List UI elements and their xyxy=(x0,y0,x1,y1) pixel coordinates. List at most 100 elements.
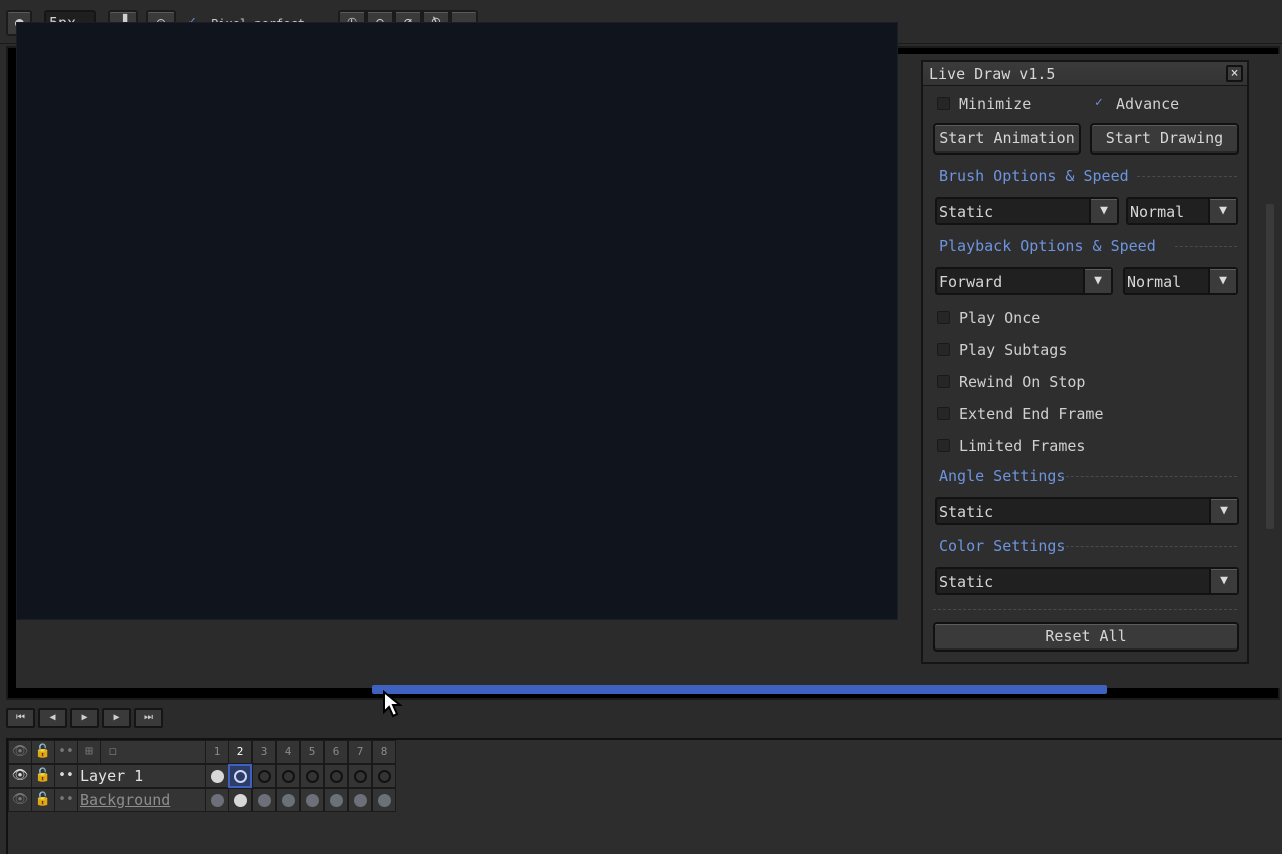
cel-dot xyxy=(234,770,247,783)
advance-checkbox[interactable]: ✓ xyxy=(1095,96,1108,110)
extend-end-frame-checkbox[interactable] xyxy=(937,407,950,420)
angle-mode-select[interactable]: Static ▼ xyxy=(935,497,1239,525)
color-mode-value: Static xyxy=(939,573,994,591)
section-divider xyxy=(1175,246,1237,247)
playback-mode-value: Forward xyxy=(939,273,1003,291)
layer-frame-grid: 👁 🔓 •• ⊞ ◻ 1 2 3 4 5 6 7 8 👁 🔓 •• Layer … xyxy=(6,738,1282,854)
frame-header-2[interactable]: 2 xyxy=(228,740,252,764)
limited-frames-label: Limited Frames xyxy=(959,437,1086,455)
layer1-cel-6[interactable] xyxy=(324,764,348,788)
limited-frames-checkbox[interactable] xyxy=(937,439,950,452)
continuous-header-icon[interactable]: •• xyxy=(54,740,78,764)
cel-dot xyxy=(378,770,391,783)
layer1-cel-7[interactable] xyxy=(348,764,372,788)
brush-section-title: Brush Options & Speed xyxy=(939,167,1129,185)
background-cel-2[interactable] xyxy=(228,788,252,812)
cel-dot xyxy=(258,794,271,807)
background-cel-3[interactable] xyxy=(252,788,276,812)
playback-mode-select[interactable]: Forward ▼ xyxy=(935,267,1113,295)
cel-dot xyxy=(306,770,319,783)
playback-controls: ⏮ ◀ ▶ ▶ ⏭ xyxy=(6,708,166,728)
background-cel-8[interactable] xyxy=(372,788,396,812)
background-cel-7[interactable] xyxy=(348,788,372,812)
frame-header-6[interactable]: 6 xyxy=(324,740,348,764)
visibility-header-icon[interactable]: 👁 xyxy=(8,740,32,764)
last-frame-button[interactable]: ⏭ xyxy=(134,708,163,728)
layer1-cel-3[interactable] xyxy=(252,764,276,788)
chevron-down-icon: ▼ xyxy=(1208,269,1236,293)
frame-header-7[interactable]: 7 xyxy=(348,740,372,764)
next-frame-button[interactable]: ▶ xyxy=(102,708,131,728)
advance-label: Advance xyxy=(1116,95,1180,113)
vertical-scrollbar[interactable] xyxy=(1266,204,1274,529)
background-cel-1[interactable] xyxy=(205,788,229,812)
close-icon: × xyxy=(1230,66,1239,81)
link-cels-header-icon[interactable]: ⊞ xyxy=(77,740,101,764)
previous-frame-button[interactable]: ◀ xyxy=(38,708,67,728)
background-lock-toggle[interactable]: 🔓 xyxy=(31,788,55,812)
layer1-cel-1[interactable] xyxy=(205,764,229,788)
cel-dot xyxy=(211,770,224,783)
frame-header-1[interactable]: 1 xyxy=(205,740,229,764)
background-cel-6[interactable] xyxy=(324,788,348,812)
onion-skin-header-icon[interactable]: ◻ xyxy=(100,740,206,764)
layer1-visibility-toggle[interactable]: 👁 xyxy=(8,764,32,788)
rewind-on-stop-checkbox[interactable] xyxy=(937,375,950,388)
cel-dot xyxy=(211,794,224,807)
background-continuous-toggle[interactable]: •• xyxy=(54,788,78,812)
chevron-down-icon: ▼ xyxy=(1083,269,1111,293)
color-mode-select[interactable]: Static ▼ xyxy=(935,567,1239,595)
background-layer-name[interactable]: Background xyxy=(77,788,206,812)
chevron-down-icon: ▼ xyxy=(1208,199,1236,223)
horizontal-scrollbar[interactable] xyxy=(372,685,1107,694)
layer1-continuous-toggle[interactable]: •• xyxy=(54,764,78,788)
play-subtags-label: Play Subtags xyxy=(959,341,1068,359)
cel-dot xyxy=(234,794,247,807)
section-divider xyxy=(1061,546,1237,547)
brush-mode-value: Static xyxy=(939,203,994,221)
frame-header-5[interactable]: 5 xyxy=(300,740,324,764)
section-divider xyxy=(933,609,1237,610)
brush-mode-select[interactable]: Static ▼ xyxy=(935,197,1119,225)
color-section-title: Color Settings xyxy=(939,537,1066,555)
next-frame-icon: ▶ xyxy=(113,712,120,723)
first-frame-icon: ⏮ xyxy=(16,712,25,723)
start-drawing-button[interactable]: Start Drawing xyxy=(1090,123,1239,155)
layer1-cel-4[interactable] xyxy=(276,764,300,788)
frame-header-8[interactable]: 8 xyxy=(372,740,396,764)
play-subtags-checkbox[interactable] xyxy=(937,343,950,356)
layer1-cel-5[interactable] xyxy=(300,764,324,788)
cel-dot xyxy=(330,794,343,807)
brush-speed-select[interactable]: Normal ▼ xyxy=(1126,197,1238,225)
minimize-label: Minimize xyxy=(959,95,1032,113)
angle-mode-value: Static xyxy=(939,503,994,521)
frame-header-4[interactable]: 4 xyxy=(276,740,300,764)
playback-speed-value: Normal xyxy=(1127,273,1182,291)
minimize-checkbox[interactable] xyxy=(937,97,950,110)
close-button[interactable]: × xyxy=(1226,65,1243,82)
layer1-cel-8[interactable] xyxy=(372,764,396,788)
background-visibility-toggle[interactable]: 👁 xyxy=(8,788,32,812)
layer1-cel-2[interactable] xyxy=(228,764,252,788)
timeline: ⏮ ◀ ▶ ▶ ⏭ 👁 🔓 •• ⊞ ◻ 1 2 3 4 5 6 7 8 👁 🔓… xyxy=(0,700,1282,854)
brush-speed-value: Normal xyxy=(1130,203,1185,221)
frame-header-3[interactable]: 3 xyxy=(252,740,276,764)
section-divider xyxy=(1061,476,1237,477)
first-frame-button[interactable]: ⏮ xyxy=(6,708,35,728)
playback-speed-select[interactable]: Normal ▼ xyxy=(1123,267,1238,295)
play-once-label: Play Once xyxy=(959,309,1041,327)
live-draw-dialog: Live Draw v1.5 × Minimize ✓ Advance Star… xyxy=(921,60,1249,664)
layer1-name[interactable]: Layer 1 xyxy=(77,764,206,788)
last-frame-icon: ⏭ xyxy=(144,712,153,723)
play-button[interactable]: ▶ xyxy=(70,708,99,728)
play-icon: ▶ xyxy=(81,712,88,723)
drawing-canvas[interactable] xyxy=(16,22,898,620)
dialog-titlebar[interactable]: Live Draw v1.5 × xyxy=(923,62,1247,86)
background-cel-5[interactable] xyxy=(300,788,324,812)
lock-header-icon[interactable]: 🔓 xyxy=(31,740,55,764)
layer1-lock-toggle[interactable]: 🔓 xyxy=(31,764,55,788)
play-once-checkbox[interactable] xyxy=(937,311,950,324)
background-cel-4[interactable] xyxy=(276,788,300,812)
reset-all-button[interactable]: Reset All xyxy=(933,622,1239,652)
start-animation-button[interactable]: Start Animation xyxy=(933,123,1081,155)
